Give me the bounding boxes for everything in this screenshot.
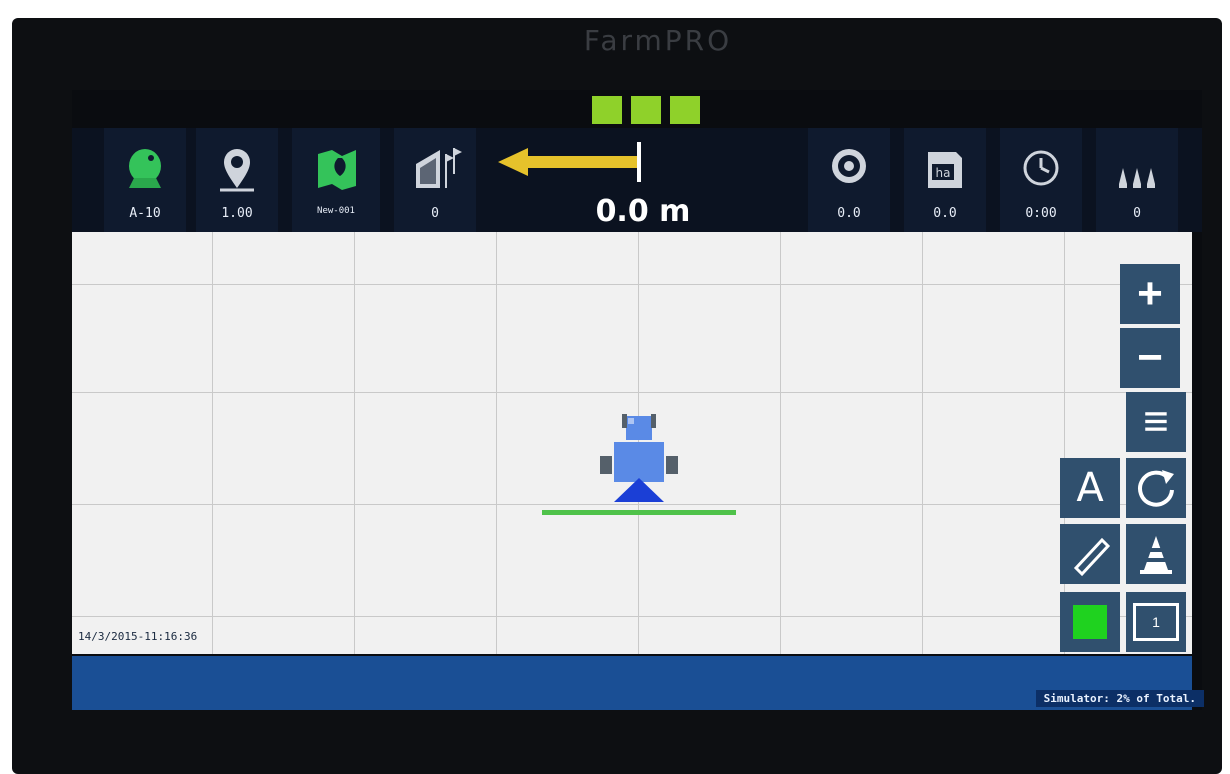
sections-tile[interactable]: 0	[1096, 128, 1178, 232]
flags-tile[interactable]: 0	[394, 128, 476, 232]
menu-button[interactable]: ≡	[1126, 392, 1186, 452]
record-toggle-button[interactable]	[1060, 592, 1120, 652]
speed-value: 0.0	[837, 206, 861, 221]
offline-distance: 0.0 m	[595, 194, 691, 229]
map-gridline	[496, 232, 497, 654]
implement-boom	[542, 510, 736, 515]
simulator-status: Simulator: 2% of Total.	[1035, 690, 1204, 707]
auto-mode-button[interactable]: A	[1060, 458, 1120, 518]
zoom-out-button[interactable]: −	[1120, 328, 1180, 388]
speedometer-icon	[808, 144, 890, 194]
speed-tile[interactable]: 0.0	[808, 128, 890, 232]
field-tile[interactable]: New-001	[292, 128, 380, 232]
time-value: 0:00	[1025, 206, 1057, 221]
svg-text:ha: ha	[936, 166, 951, 180]
screen-number: 1	[1152, 614, 1160, 630]
map-gridline	[72, 616, 1192, 617]
area-tile[interactable]: ha 0.0	[904, 128, 986, 232]
measure-button[interactable]	[1060, 524, 1120, 584]
map-timestamp: 14/3/2015-11:16:36	[78, 630, 198, 643]
map-gridline	[922, 232, 923, 654]
cones-button[interactable]	[1126, 524, 1186, 584]
auto-mode-label: A	[1076, 465, 1104, 511]
sections-icon	[1096, 144, 1178, 194]
brand-logo: FarmPRO	[583, 24, 733, 57]
gps-value: A-10	[129, 206, 161, 221]
pin-tile[interactable]: 1.00	[196, 128, 278, 232]
field-flags-icon	[394, 144, 476, 194]
screen-select-button[interactable]: 1	[1126, 592, 1186, 652]
map-gridline	[212, 232, 213, 654]
sections-value: 0	[1133, 206, 1141, 221]
rotate-view-button[interactable]	[1126, 458, 1186, 518]
clock-icon	[1000, 144, 1082, 194]
time-tile[interactable]: 0:00	[1000, 128, 1082, 232]
location-pin-icon	[196, 144, 278, 194]
ruler-icon	[1073, 537, 1111, 577]
tractor-icon	[594, 414, 684, 519]
field-value: New-001	[317, 206, 355, 216]
screen-monitor-icon: 1	[1133, 603, 1179, 641]
status-leds	[592, 96, 700, 124]
rotate-view-icon	[1138, 470, 1174, 507]
cone-icon	[1140, 536, 1172, 574]
satellite-dish-icon	[104, 144, 186, 194]
field-map[interactable]: 14/3/2015-11:16:36	[72, 232, 1192, 654]
status-led	[670, 96, 700, 124]
hectare-icon: ha	[904, 144, 986, 194]
map-gridline	[780, 232, 781, 654]
area-value: 0.0	[933, 206, 957, 221]
map-gridline	[354, 232, 355, 654]
zoom-in-button[interactable]: +	[1120, 264, 1180, 324]
map-gridline	[1064, 232, 1065, 654]
field-map-icon	[292, 144, 380, 194]
guidance-arrow-icon	[494, 142, 654, 187]
gps-tile[interactable]: A-10	[104, 128, 186, 232]
map-gridline	[72, 392, 1192, 393]
status-led	[631, 96, 661, 124]
status-led	[592, 96, 622, 124]
map-gridline	[72, 284, 1192, 285]
flags-value: 0	[431, 206, 439, 221]
record-indicator-icon	[1073, 605, 1107, 639]
status-bar	[72, 656, 1192, 710]
pin-value: 1.00	[221, 206, 253, 221]
guidance-panel: 0.0 m	[494, 128, 792, 232]
